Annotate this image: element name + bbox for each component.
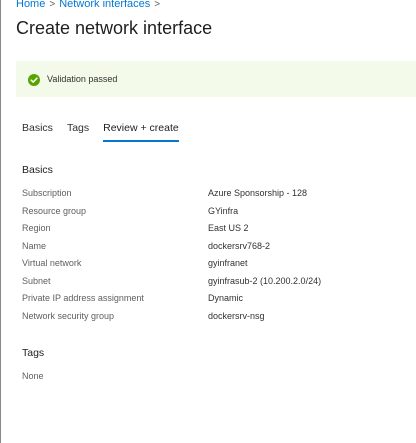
check-circle-icon [28, 73, 40, 86]
page-title: Create network interface [16, 18, 213, 38]
summary-key: Private IP address assignment [22, 293, 144, 303]
summary-key: Name [22, 240, 47, 251]
summary-value: Dynamic [208, 293, 244, 303]
summary-value: dockersrv-nsg [208, 310, 265, 321]
basics-summary-table: Subscription Azure Sponsorship - 128 Res… [22, 187, 402, 327]
summary-row-subscription: Subscription Azure Sponsorship - 128 [22, 187, 402, 205]
summary-row-resource-group: Resource group GYinfra [22, 205, 402, 223]
summary-key: Subnet [22, 275, 51, 286]
summary-row-subnet: Subnet gyinfrasub-2 (10.200.2.0/24) [22, 275, 402, 293]
breadcrumb: Home > Network interfaces > [16, 0, 164, 12]
panel-left-border [0, 0, 1, 443]
summary-row-private-ip-assignment: Private IP address assignment Dynamic [22, 292, 402, 310]
tags-section-title: Tags [22, 347, 45, 359]
tab-bar: Basics Tags Review + create [22, 120, 193, 142]
breadcrumb-home-link[interactable]: Home [16, 0, 45, 10]
summary-key: Network security group [22, 310, 115, 321]
breadcrumb-chevron-icon: > [49, 0, 56, 10]
tab-review-create[interactable]: Review + create [103, 120, 179, 142]
summary-key: Virtual network [22, 258, 82, 268]
summary-row-network-security-group: Network security group dockersrv-nsg [22, 310, 402, 328]
summary-key: Region [22, 223, 51, 233]
breadcrumb-network-interfaces-link[interactable]: Network interfaces [59, 0, 150, 10]
summary-key: Resource group [22, 205, 87, 216]
tab-basics[interactable]: Basics [22, 120, 53, 142]
validation-status-text: Validation passed [47, 74, 118, 84]
summary-value: dockersrv768-2 [208, 240, 271, 251]
summary-row-name: Name dockersrv768-2 [22, 240, 402, 258]
validation-banner: Validation passed [16, 61, 416, 97]
summary-row-region: Region East US 2 [22, 222, 402, 240]
tab-tags[interactable]: Tags [67, 120, 89, 142]
summary-value: gyinfrasub-2 (10.200.2.0/24) [208, 275, 322, 286]
basics-section-title: Basics [22, 164, 53, 176]
summary-value: gyinfranet [208, 258, 248, 268]
tags-value: None [22, 371, 44, 381]
summary-value: GYinfra [208, 205, 239, 216]
summary-value: Azure Sponsorship - 128 [208, 188, 308, 198]
summary-row-virtual-network: Virtual network gyinfranet [22, 257, 402, 275]
breadcrumb-chevron-icon: > [154, 0, 161, 10]
summary-key: Subscription [22, 188, 72, 198]
summary-value: East US 2 [208, 223, 249, 233]
